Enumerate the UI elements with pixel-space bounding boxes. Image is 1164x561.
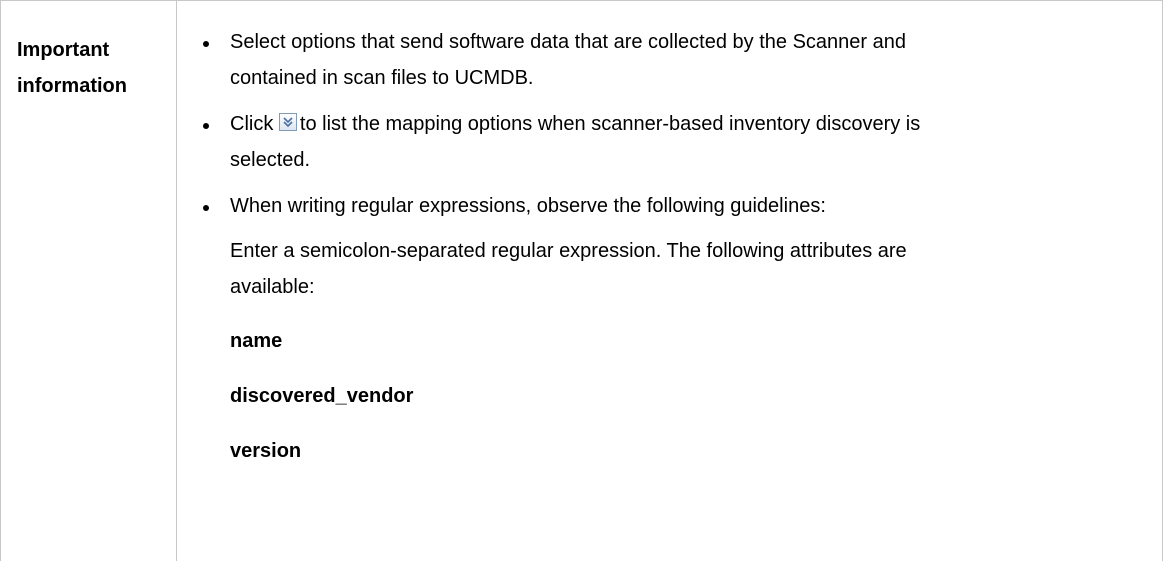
bullet-item: Click to list the mapping options when s… [201,106,1141,178]
bullet-dot [203,205,209,211]
bullet-line: When writing regular expressions, observ… [230,195,826,217]
bullet-dot [203,41,209,47]
bullet-text: Click [230,113,274,135]
paragraph-line: Enter a semicolon-separated regular expr… [230,240,907,262]
attribute-name: version [230,440,302,462]
row-content: Select options that send software data t… [201,24,1141,469]
guideline-paragraph: Enter a semicolon-separated regular expr… [201,233,1141,305]
bullet-line: Select options that send software data t… [230,31,906,53]
bullet-line: Click to list the mapping options when s… [230,106,1141,142]
attribute-name: name [230,330,283,352]
bullet-line: selected. [230,149,311,171]
bullet-dot [203,123,209,129]
bullet-item: Select options that send software data t… [201,24,1141,96]
expand-down-icon [278,113,297,131]
paragraph-line: available: [230,276,315,298]
attribute-name: discovered_vendor [230,385,414,407]
bullet-text: to list the mapping options when scanner… [299,113,921,135]
bullet-line: contained in scan files to UCMDB. [230,67,534,89]
bullet-item: When writing regular expressions, observ… [201,188,1141,224]
row-header: Important information [17,32,177,104]
row-header-line2: information [17,75,127,97]
row-header-line1: Important [17,39,110,61]
